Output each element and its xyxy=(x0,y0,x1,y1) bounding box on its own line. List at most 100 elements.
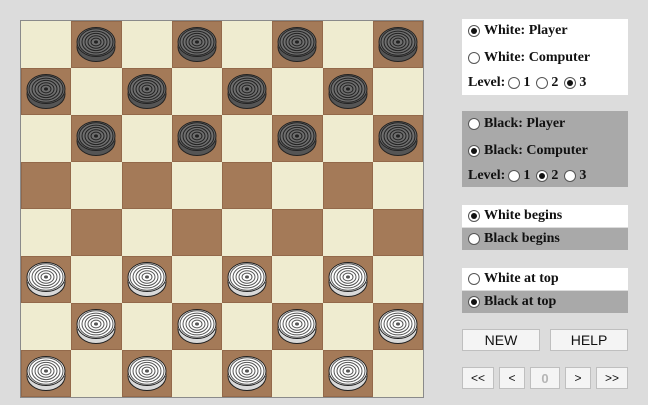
light-square[interactable] xyxy=(71,350,122,397)
light-square[interactable] xyxy=(121,115,172,162)
dark-square[interactable] xyxy=(372,303,423,350)
black-player-radio[interactable] xyxy=(468,117,480,130)
dark-square[interactable] xyxy=(71,21,122,68)
light-square[interactable] xyxy=(121,21,172,68)
black-checker-piece[interactable] xyxy=(277,26,317,62)
dark-square[interactable] xyxy=(171,209,222,256)
light-square[interactable] xyxy=(272,350,323,397)
dark-square[interactable] xyxy=(372,21,423,68)
dark-square[interactable] xyxy=(21,350,72,397)
first-move-button[interactable]: << xyxy=(462,367,494,389)
last-move-button[interactable]: >> xyxy=(596,367,628,389)
black-begins-option[interactable]: Black begins xyxy=(462,228,628,250)
black-at-top-radio[interactable] xyxy=(468,296,480,308)
light-square[interactable] xyxy=(121,209,172,256)
dark-square[interactable] xyxy=(71,209,122,256)
black-computer-option[interactable]: Black: Computer xyxy=(462,139,628,162)
light-square[interactable] xyxy=(222,209,273,256)
black-level-1-radio[interactable] xyxy=(508,169,521,182)
white-level-3-radio[interactable] xyxy=(564,76,577,89)
next-move-button[interactable]: > xyxy=(565,367,591,389)
dark-square[interactable] xyxy=(272,303,323,350)
new-game-button[interactable]: NEW xyxy=(462,329,540,351)
white-computer-radio[interactable] xyxy=(468,51,480,64)
dark-square[interactable] xyxy=(222,350,273,397)
white-level-1-radio[interactable] xyxy=(508,76,521,89)
dark-square[interactable] xyxy=(222,162,273,209)
light-square[interactable] xyxy=(21,209,72,256)
dark-square[interactable] xyxy=(222,256,273,303)
black-checker-piece[interactable] xyxy=(378,120,418,156)
dark-square[interactable] xyxy=(322,256,373,303)
white-checker-piece[interactable] xyxy=(26,261,66,297)
white-checker-piece[interactable] xyxy=(328,355,368,391)
black-computer-radio[interactable] xyxy=(468,144,480,157)
white-level-3-option[interactable]: 3 xyxy=(561,75,586,91)
light-square[interactable] xyxy=(272,162,323,209)
white-computer-option[interactable]: White: Computer xyxy=(462,46,628,69)
light-square[interactable] xyxy=(121,303,172,350)
white-checker-piece[interactable] xyxy=(127,355,167,391)
white-checker-piece[interactable] xyxy=(26,355,66,391)
light-square[interactable] xyxy=(171,162,222,209)
white-begins-option[interactable]: White begins xyxy=(462,205,628,227)
light-square[interactable] xyxy=(272,68,323,115)
dark-square[interactable] xyxy=(372,115,423,162)
light-square[interactable] xyxy=(171,256,222,303)
dark-square[interactable] xyxy=(121,162,172,209)
dark-square[interactable] xyxy=(121,350,172,397)
dark-square[interactable] xyxy=(322,68,373,115)
dark-square[interactable] xyxy=(21,162,72,209)
black-checker-piece[interactable] xyxy=(26,73,66,109)
light-square[interactable] xyxy=(372,162,423,209)
light-square[interactable] xyxy=(21,303,72,350)
white-checker-piece[interactable] xyxy=(378,308,418,344)
white-checker-piece[interactable] xyxy=(227,355,267,391)
light-square[interactable] xyxy=(322,21,373,68)
light-square[interactable] xyxy=(322,209,373,256)
light-square[interactable] xyxy=(171,68,222,115)
white-checker-piece[interactable] xyxy=(127,261,167,297)
white-begins-radio[interactable] xyxy=(468,210,480,222)
black-checker-piece[interactable] xyxy=(177,120,217,156)
black-player-option[interactable]: Black: Player xyxy=(462,112,628,135)
white-checker-piece[interactable] xyxy=(76,308,116,344)
black-level-3-option[interactable]: 3 xyxy=(561,168,586,184)
white-checker-piece[interactable] xyxy=(227,261,267,297)
white-checker-piece[interactable] xyxy=(177,308,217,344)
light-square[interactable] xyxy=(171,350,222,397)
black-begins-radio[interactable] xyxy=(468,233,480,245)
black-at-top-option[interactable]: Black at top xyxy=(462,291,628,313)
white-at-top-option[interactable]: White at top xyxy=(462,268,628,290)
dark-square[interactable] xyxy=(272,21,323,68)
black-level-1-option[interactable]: 1 xyxy=(505,168,530,184)
help-button[interactable]: HELP xyxy=(550,329,628,351)
dark-square[interactable] xyxy=(372,209,423,256)
dark-square[interactable] xyxy=(121,68,172,115)
light-square[interactable] xyxy=(222,115,273,162)
light-square[interactable] xyxy=(322,115,373,162)
dark-square[interactable] xyxy=(222,68,273,115)
black-level-2-option[interactable]: 2 xyxy=(533,168,558,184)
black-checker-piece[interactable] xyxy=(227,73,267,109)
light-square[interactable] xyxy=(322,303,373,350)
light-square[interactable] xyxy=(222,21,273,68)
dark-square[interactable] xyxy=(21,68,72,115)
light-square[interactable] xyxy=(372,256,423,303)
dark-square[interactable] xyxy=(272,209,323,256)
light-square[interactable] xyxy=(272,256,323,303)
black-checker-piece[interactable] xyxy=(177,26,217,62)
light-square[interactable] xyxy=(21,115,72,162)
dark-square[interactable] xyxy=(71,303,122,350)
black-checker-piece[interactable] xyxy=(328,73,368,109)
dark-square[interactable] xyxy=(121,256,172,303)
dark-square[interactable] xyxy=(21,256,72,303)
white-player-option[interactable]: White: Player xyxy=(462,19,628,42)
white-level-2-option[interactable]: 2 xyxy=(533,75,558,91)
dark-square[interactable] xyxy=(71,115,122,162)
black-checker-piece[interactable] xyxy=(378,26,418,62)
dark-square[interactable] xyxy=(272,115,323,162)
light-square[interactable] xyxy=(71,256,122,303)
dark-square[interactable] xyxy=(171,21,222,68)
black-level-2-radio[interactable] xyxy=(536,169,549,182)
